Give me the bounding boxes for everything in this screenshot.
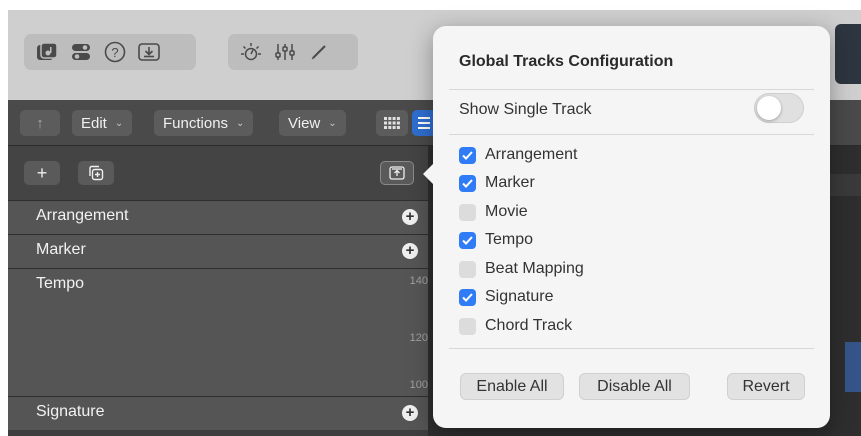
track-checkbox-label: Tempo [485,231,534,248]
track-checkbox-label: Beat Mapping [485,260,584,277]
upload-box-icon [389,166,405,180]
track-name: Tempo [36,275,85,292]
popover-title: Global Tracks Configuration [459,53,674,70]
tempo-tick-100: 100 [409,379,428,391]
popover-arrow [423,164,433,184]
track-checkbox-label: Movie [485,203,528,220]
chevron-down-icon: ⌄ [236,117,245,129]
track-name: Arrangement [36,207,129,224]
checkbox-unchecked[interactable] [459,203,476,221]
checkbox-checked[interactable] [459,146,476,164]
metronome-icon[interactable] [236,39,266,65]
track-header-marker[interactable]: Marker + [8,234,428,268]
show-single-track-toggle[interactable] [754,93,804,123]
tempo-tick-140: 140 [409,275,428,287]
tools-group [228,34,358,70]
checkmark-icon [462,178,473,188]
grid-view-button[interactable] [376,110,408,136]
add-marker-icon[interactable]: + [402,243,418,259]
track-header-arrangement[interactable]: Arrangement + [8,200,428,234]
functions-menu-label: Functions [163,114,229,132]
global-tracks-config-popover: Global Tracks Configuration Show Single … [423,26,830,428]
global-tracks-config-button[interactable] [380,161,414,185]
checkmark-icon [462,292,473,302]
track-header-signature[interactable]: Signature + [8,396,428,430]
enable-all-button[interactable]: Enable All [460,373,564,400]
track-checkbox-label: Arrangement [485,146,578,163]
list-icon [418,117,430,129]
checkbox-checked[interactable] [459,231,476,249]
pencil-icon[interactable] [304,39,334,65]
revert-button[interactable]: Revert [727,373,805,400]
track-checkbox-row[interactable]: Signature [459,288,554,306]
checkbox-checked[interactable] [459,174,476,192]
edit-menu-button[interactable]: Edit ⌄ [72,110,133,136]
track-checkbox-row[interactable]: Movie [459,203,528,221]
checkbox-unchecked[interactable] [459,317,476,335]
track-checkbox-label: Chord Track [485,317,573,334]
add-marker-icon[interactable]: + [402,209,418,225]
view-toggle-group: ? [24,34,196,70]
view-menu-label: View [288,114,321,132]
checkbox-unchecked[interactable] [459,260,476,278]
track-checkbox-row[interactable]: Chord Track [459,317,572,335]
tempo-tick-120: 120 [409,332,428,344]
svg-text:?: ? [111,45,118,60]
toggles-icon[interactable] [66,39,96,65]
track-checkbox-label: Signature [485,288,554,305]
download-icon[interactable] [134,39,164,65]
global-tracks-header-panel: + Arrangement + Marker + Tempo 140 120 1… [8,146,428,436]
view-menu-button[interactable]: View ⌄ [279,110,346,136]
toggle-knob [757,96,781,120]
checkmark-icon [462,235,473,245]
back-button[interactable]: ↑ [20,110,60,136]
track-checkbox-row[interactable]: Arrangement [459,146,578,164]
divider [449,134,814,135]
toolbar-dark-panel [835,24,861,84]
divider [449,89,814,90]
track-header-tempo[interactable]: Tempo 140 120 100 [8,268,428,396]
disable-all-label: Disable All [597,377,672,395]
checkmark-icon [462,150,473,160]
show-single-track-label: Show Single Track [459,101,592,118]
grid-icon [384,117,400,129]
add-track-button[interactable]: + [24,161,60,185]
help-icon[interactable]: ? [100,39,130,65]
enable-all-label: Enable All [476,377,548,395]
add-signature-icon[interactable]: + [402,405,418,421]
functions-menu-button[interactable]: Functions ⌄ [154,110,254,136]
track-name: Signature [36,403,105,420]
revert-label: Revert [742,377,790,395]
library-icon[interactable] [32,39,62,65]
checkbox-checked[interactable] [459,288,476,306]
edit-menu-label: Edit [81,114,107,132]
chevron-down-icon: ⌄ [114,117,124,129]
disable-all-button[interactable]: Disable All [579,373,690,400]
up-arrow-icon: ↑ [36,114,44,132]
divider [449,348,814,349]
track-name: Marker [36,241,86,258]
chevron-down-icon: ⌄ [328,117,337,129]
track-checkbox-row[interactable]: Marker [459,174,535,192]
tempo-region[interactable] [845,342,861,392]
duplicate-track-button[interactable] [78,161,114,185]
track-checkbox-row[interactable]: Tempo [459,231,533,249]
track-header-buttons: + [8,146,428,200]
duplicate-icon [89,165,104,181]
mixer-icon[interactable] [270,39,300,65]
track-checkbox-row[interactable]: Beat Mapping [459,260,584,278]
track-checkbox-label: Marker [485,174,535,191]
plus-icon: + [36,162,48,183]
